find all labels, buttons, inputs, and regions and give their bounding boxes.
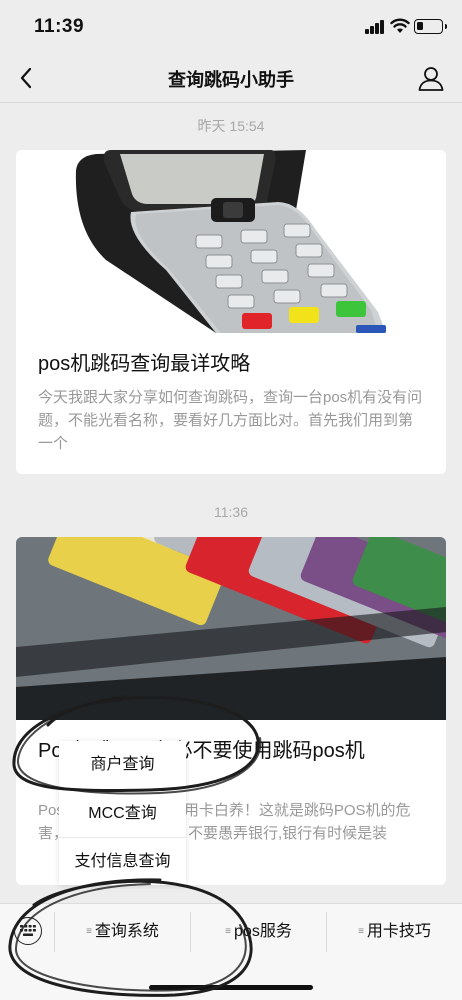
status-time: 11:39 (34, 16, 85, 37)
wifi-icon (390, 18, 410, 33)
page-title: 查询跳码小助手 (168, 70, 294, 90)
home-indicator (149, 985, 313, 990)
menu-card-tips[interactable]: ≡ 用卡技巧 (327, 920, 462, 944)
battery-level (417, 22, 423, 30)
keyboard-toggle-button[interactable] (14, 917, 42, 945)
menu-lines-icon: ≡ (225, 926, 232, 937)
menu-item-payment-info-query[interactable]: 支付信息查询 (59, 837, 186, 885)
menu-query-system[interactable]: ≡ 查询系统 (55, 920, 190, 944)
menu-pos-service[interactable]: ≡ pos服务 (191, 920, 326, 944)
credit-cards-image (16, 537, 446, 720)
keyboard-icon (20, 925, 36, 936)
menu-lines-icon: ≡ (86, 926, 92, 937)
menu-pos-service-label: pos服务 (234, 923, 292, 941)
message-timestamp: 11:36 (214, 504, 248, 520)
article-title: pos机跳码查询最详攻略 (38, 353, 251, 375)
article-summary: 今天我跟大家分享如何查询跳码，查询一台pos机有没有问题，不能光看名称，要看好几… (38, 389, 423, 452)
pos-terminal-image (16, 150, 446, 333)
menu-lines-icon: ≡ (358, 926, 364, 937)
cellular-signal-icon (365, 20, 385, 34)
menu-query-system-label: 查询系统 (94, 923, 159, 941)
menu-item-mcc-query[interactable]: MCC查询 (59, 789, 186, 837)
menu-item-merchant-query[interactable]: 商户查询 (59, 741, 186, 789)
query-submenu: 商户查询 MCC查询 支付信息查询 (59, 741, 186, 885)
status-bar: 11:39 (0, 0, 462, 54)
nav-bar: 查询跳码小助手 (0, 54, 462, 103)
battery-icon (414, 19, 447, 34)
menu-card-tips-label: 用卡技巧 (366, 923, 431, 941)
message-timestamp: 昨天 15:54 (197, 118, 265, 134)
article-card[interactable]: pos机跳码查询最详攻略 今天我跟大家分享如何查询跳码，查询一台pos机有没有问… (16, 150, 446, 474)
profile-icon[interactable] (416, 64, 446, 94)
